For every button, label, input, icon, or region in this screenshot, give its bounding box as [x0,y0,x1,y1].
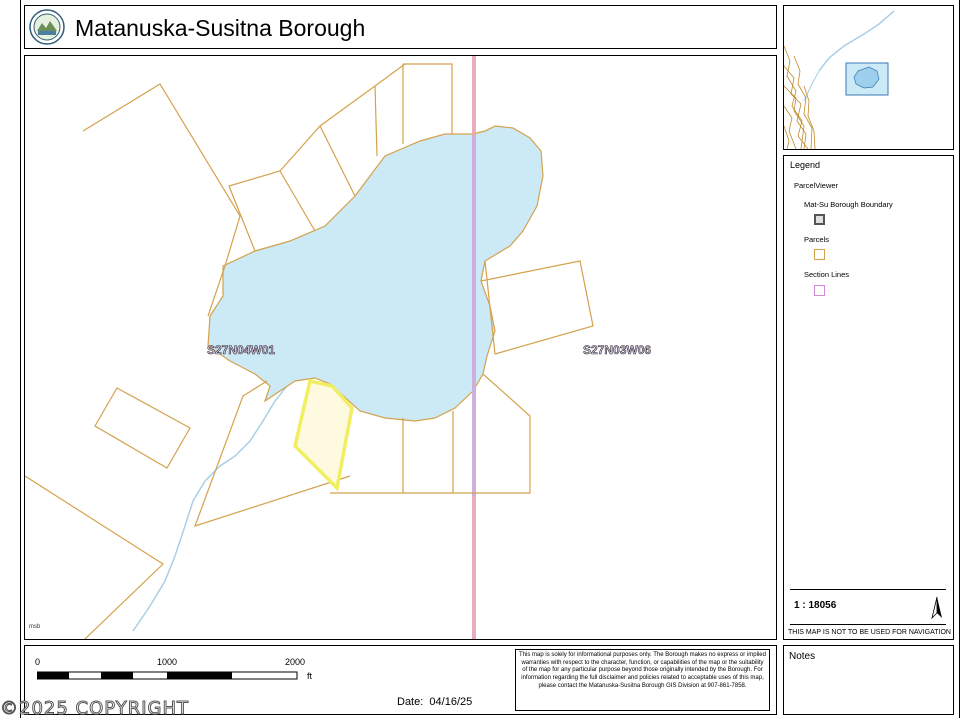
north-arrow-icon [931,596,942,620]
parcel [403,63,453,134]
overview-contours [784,45,816,149]
title-panel: Matanuska-Susitna Borough [24,5,777,49]
overview-river [803,70,820,102]
scale-bar [37,671,298,680]
parcel [25,475,164,639]
legend-item-borough-boundary: Mat-Su Borough Boundary [804,200,893,209]
scale-tick-label: 2000 [285,657,306,667]
legend-title: Legend [790,160,821,170]
notes-panel: Notes [783,645,954,715]
parcel [94,387,191,469]
lake-polygon [207,125,544,422]
parcel [279,170,316,232]
scale-tick-label: 1000 [157,657,178,667]
legend-panel: Legend ParcelViewer Mat-Su Borough Bound… [783,155,954,640]
main-map[interactable]: S27N04W01 S27N03W06 msb [24,55,777,640]
legend-item-section-lines: Section Lines [804,270,850,279]
legend-group: ParcelViewer [794,181,839,190]
overview-map[interactable] [783,5,954,150]
copyright-watermark: ©2025 COPYRIGHT [0,698,190,720]
selected-parcel[interactable] [293,378,354,492]
date-line: Date: 04/16/25 [397,696,472,708]
boundary-swatch-icon [814,214,825,225]
divider [790,624,946,625]
disclaimer-text: This map is solely for informational pur… [515,649,770,711]
parcel [374,85,378,157]
scale-unit: ft [307,671,313,681]
date-value: 04/16/25 [429,696,473,708]
section-line-swatch-icon [814,285,825,296]
parcel [319,125,356,197]
section-label: S27N04W01 [207,343,275,357]
map-credit: msb [29,624,41,630]
scale-ratio: 1 : 18056 [794,600,837,611]
notes-label: Notes [789,651,816,662]
map-canvas[interactable]: S27N04W01 S27N03W06 [25,56,776,639]
overview-river [818,10,895,72]
parcel [82,83,241,317]
navigation-warning: THIS MAP IS NOT TO BE USED FOR NAVIGATIO… [788,629,951,636]
overview-canvas [784,10,895,149]
divider [790,589,946,590]
legend-item-parcels: Parcels [804,235,830,244]
stream-line [132,385,288,632]
date-label: Date: [397,696,424,708]
parcel-swatch-icon [814,249,825,260]
map-title: Matanuska-Susitna Borough [75,15,366,41]
scale-tick-label: 0 [35,657,41,667]
borough-seal-icon [29,9,65,45]
section-label: S27N03W06 [583,343,651,357]
parcel [480,260,594,355]
